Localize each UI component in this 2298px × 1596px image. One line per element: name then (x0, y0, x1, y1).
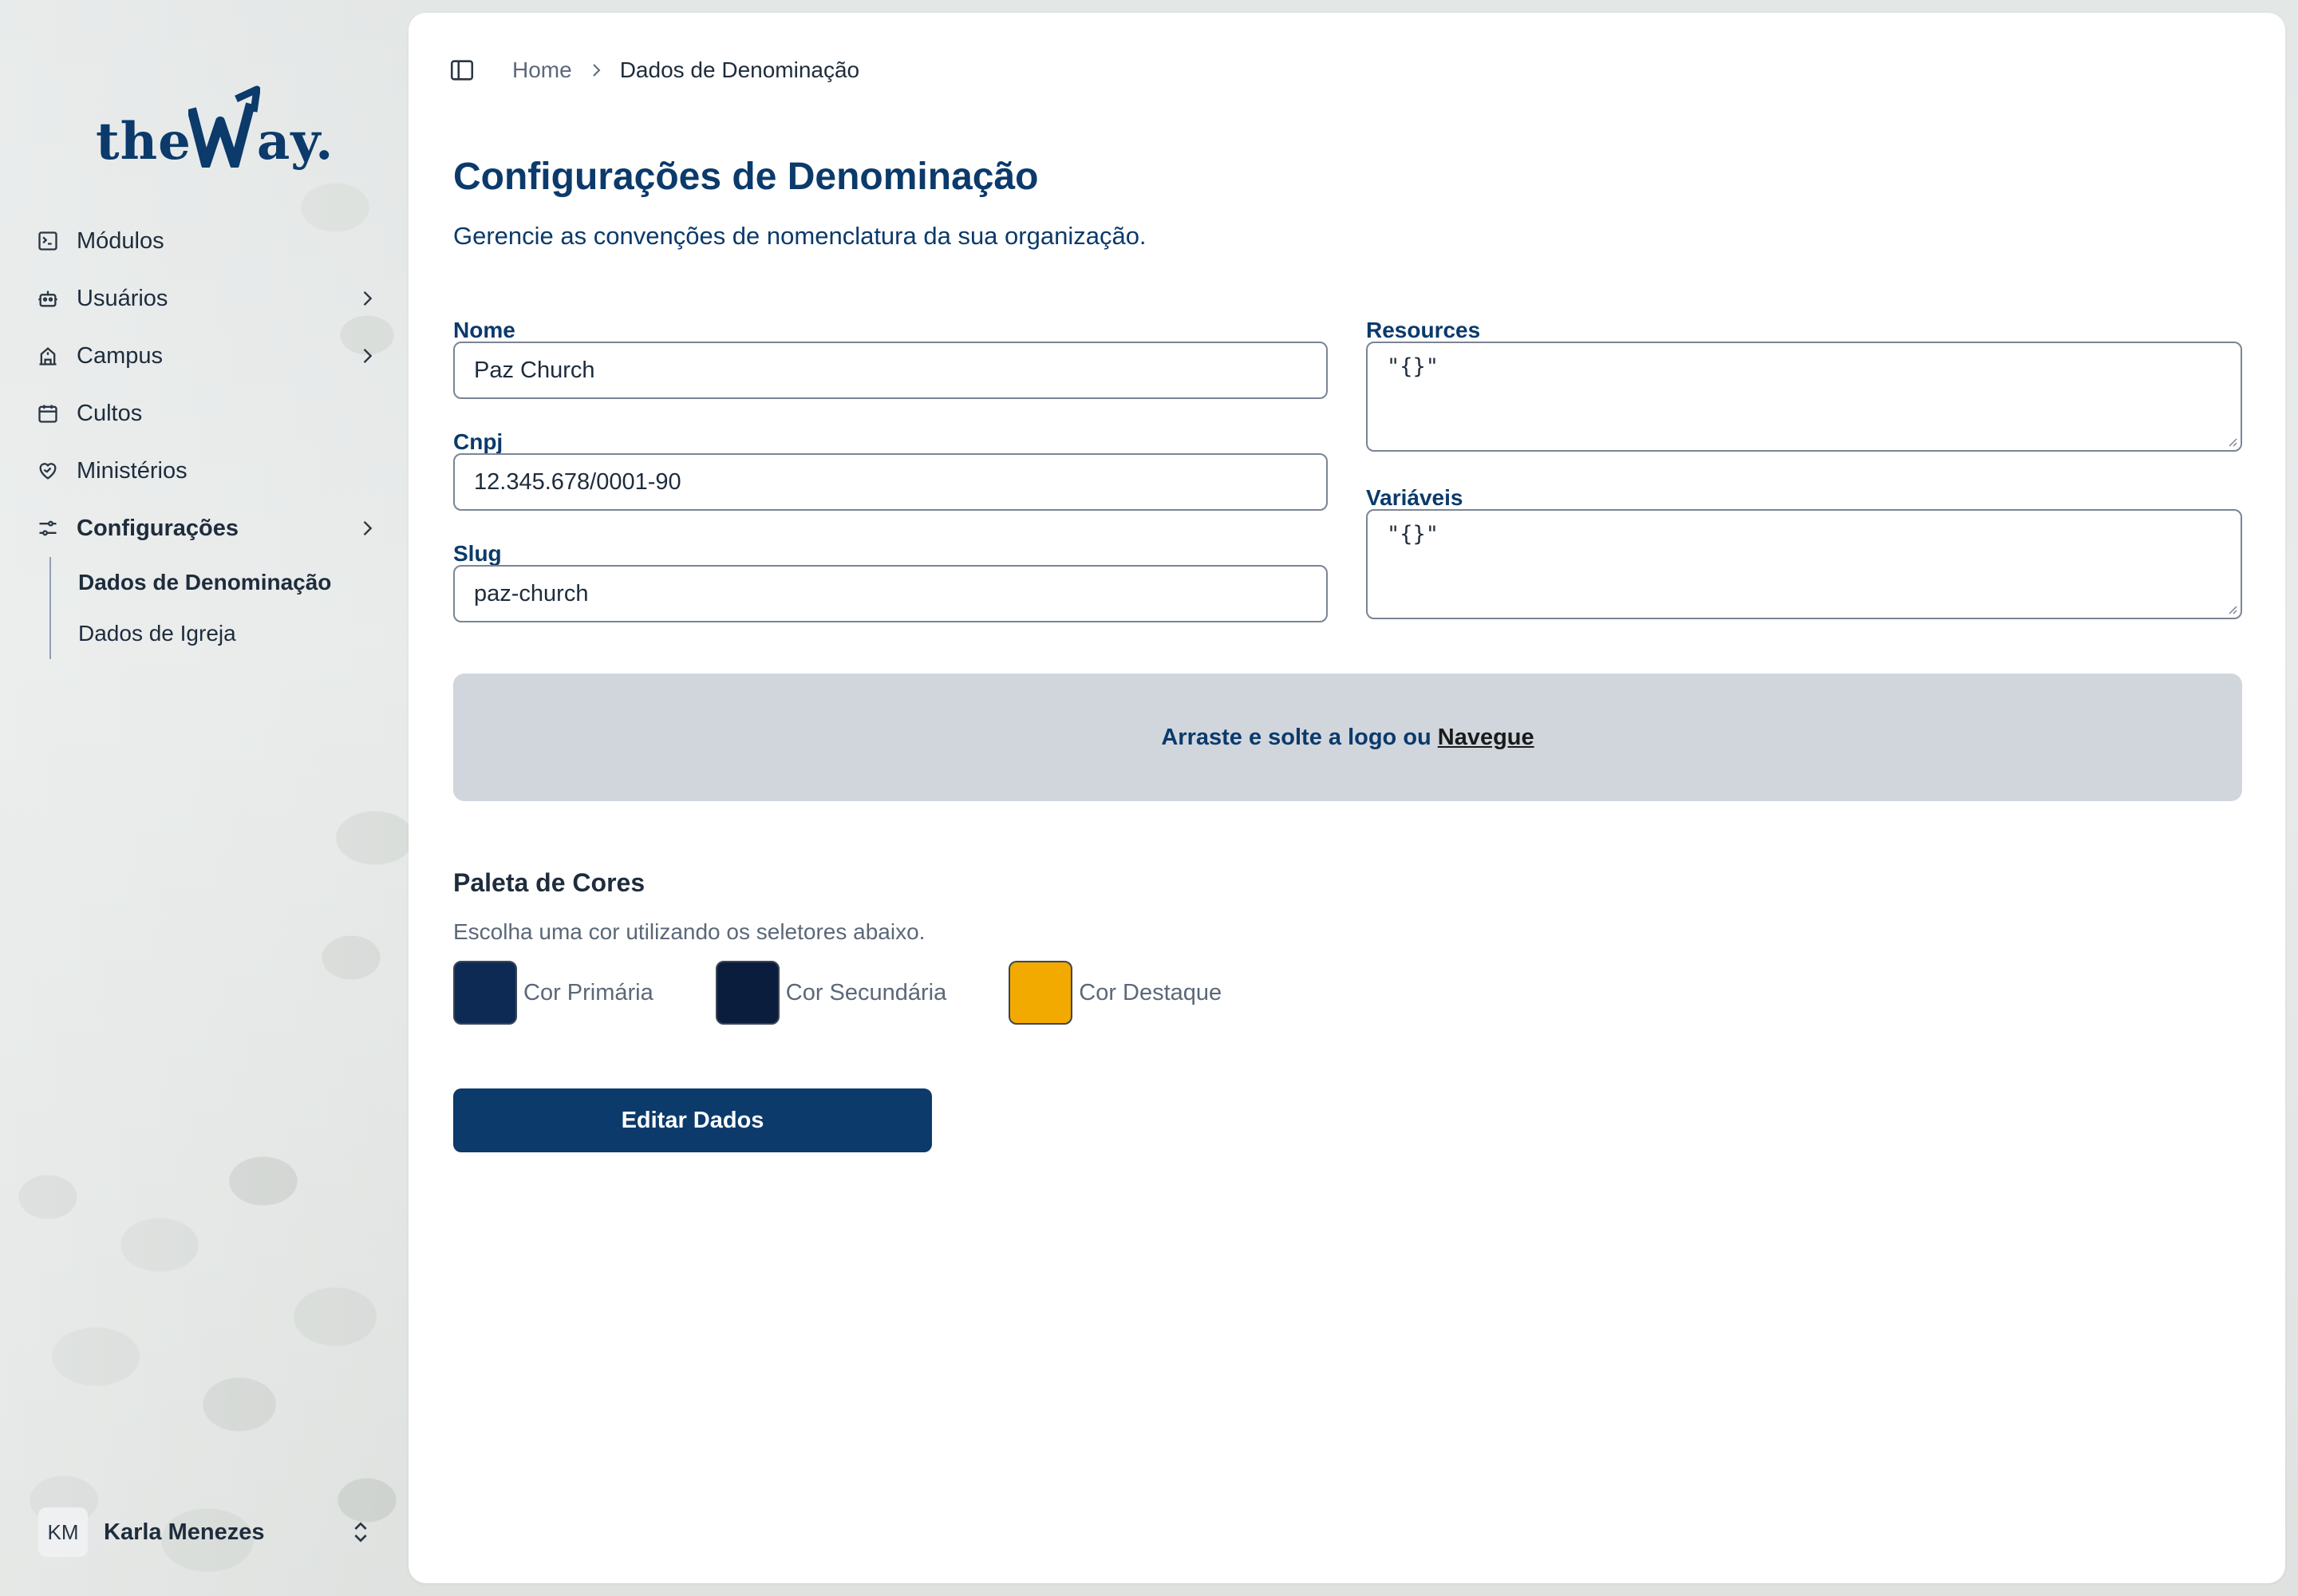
color-swatch-secondary[interactable] (715, 961, 780, 1025)
resources-label: Resources (1366, 318, 1481, 342)
topbar: Home Dados de Denominação (448, 51, 859, 89)
sidebar-item-label: Ministérios (77, 457, 188, 484)
color-swatch-primary[interactable] (453, 961, 517, 1025)
sidebar-nav: Módulos Usuários Campus Cultos Ministéri… (35, 212, 378, 659)
sidebar-item-ministerios[interactable]: Ministérios (35, 442, 378, 500)
breadcrumb-home[interactable]: Home (512, 57, 572, 83)
sidebar-item-configuracoes[interactable]: Configurações (35, 500, 378, 557)
sidebar-subnav-configuracoes: Dados de Denominação Dados de Igreja (49, 557, 378, 659)
sidebar-subitem-dados-igreja[interactable]: Dados de Igreja (78, 608, 349, 659)
chevron-right-icon (363, 521, 373, 535)
color-label-secondary: Cor Secundária (785, 979, 947, 1005)
palette-subtitle: Escolha uma cor utilizando os seletores … (453, 919, 926, 944)
logo-text-left: the (96, 112, 192, 172)
nome-label: Nome (453, 318, 515, 342)
chevron-right-icon (363, 349, 373, 363)
slug-field[interactable]: paz-church (453, 565, 1328, 622)
slug-label: Slug (453, 541, 502, 566)
page-title: Configurações de Denominação (453, 156, 1039, 198)
user-menu[interactable]: KM Karla Menezes (38, 1507, 373, 1558)
heart-handshake-icon (35, 458, 61, 484)
cnpj-field[interactable]: 12.345.678/0001-90 (453, 453, 1328, 511)
modules-icon (35, 228, 61, 254)
logo-wordmark: the ay. (96, 85, 334, 168)
chevron-right-icon (363, 291, 373, 306)
sidebar-item-label: Módulos (77, 227, 164, 254)
dropzone-text: Arraste e solte a logo ou (1161, 724, 1431, 750)
browse-link[interactable]: Navegue (1438, 725, 1534, 751)
cnpj-label: Cnpj (453, 429, 503, 454)
sidebar-item-label: Cultos (77, 400, 143, 426)
main-panel: Home Dados de Denominação Configurações … (409, 13, 2285, 1583)
resize-handle-icon[interactable] (2225, 434, 2237, 447)
sidebar-subitem-dados-denominacao[interactable]: Dados de Denominação (78, 557, 349, 608)
variaveis-label: Variáveis (1366, 485, 1463, 510)
color-label-accent: Cor Destaque (1079, 979, 1222, 1005)
sidebar-item-label: Campus (77, 342, 163, 369)
logo-text-right: ay. (256, 112, 334, 172)
sidebar-item-modulos[interactable]: Módulos (35, 212, 378, 270)
logo-dropzone[interactable]: Arraste e solte a logo ou Navegue (453, 674, 2242, 801)
resources-value: "{}" (1387, 354, 1439, 379)
palette-title: Paleta de Cores (453, 868, 646, 897)
resources-textarea[interactable]: "{}" (1366, 342, 2242, 452)
sidebar-toggle-icon[interactable] (448, 57, 476, 84)
users-icon (35, 286, 61, 311)
nome-field[interactable]: Paz Church (453, 342, 1328, 399)
color-picker-accent[interactable]: Cor Destaque (1009, 961, 1222, 1025)
sidebar-item-cultos[interactable]: Cultos (35, 385, 378, 442)
chevron-right-icon (592, 64, 601, 77)
sidebar-item-campus[interactable]: Campus (35, 327, 378, 385)
avatar: KM (38, 1507, 88, 1557)
variaveis-value: "{}" (1387, 522, 1439, 547)
breadcrumb-current: Dados de Denominação (619, 57, 860, 82)
color-label-primary: Cor Primária (523, 979, 653, 1005)
sidebar-item-usuarios[interactable]: Usuários (35, 270, 378, 327)
user-name: Karla Menezes (104, 1519, 265, 1545)
settings-sliders-icon (35, 516, 61, 541)
calendar-icon (35, 401, 61, 426)
breadcrumb: Home Dados de Denominação (512, 57, 859, 83)
color-swatch-accent[interactable] (1009, 961, 1073, 1025)
resize-handle-icon[interactable] (2225, 602, 2237, 614)
chevrons-up-down-icon (354, 1522, 367, 1543)
campus-icon (35, 343, 61, 369)
sidebar: the ay. Módulos Usuários Campus Cultos M… (0, 0, 409, 1596)
sidebar-item-label: Configurações (77, 515, 239, 541)
app-logo[interactable]: the ay. (96, 72, 333, 168)
color-picker-secondary[interactable]: Cor Secundária (715, 961, 947, 1025)
logo-w-arrow-icon (188, 85, 260, 168)
sidebar-item-label: Usuários (77, 285, 168, 311)
color-palette: Cor Primária Cor Secundária Cor Destaque (453, 961, 1284, 1025)
page-subtitle: Gerencie as convenções de nomenclatura d… (453, 222, 1147, 250)
variaveis-textarea[interactable]: "{}" (1366, 509, 2242, 619)
edit-data-button[interactable]: Editar Dados (453, 1088, 932, 1152)
color-picker-primary[interactable]: Cor Primária (453, 961, 653, 1025)
